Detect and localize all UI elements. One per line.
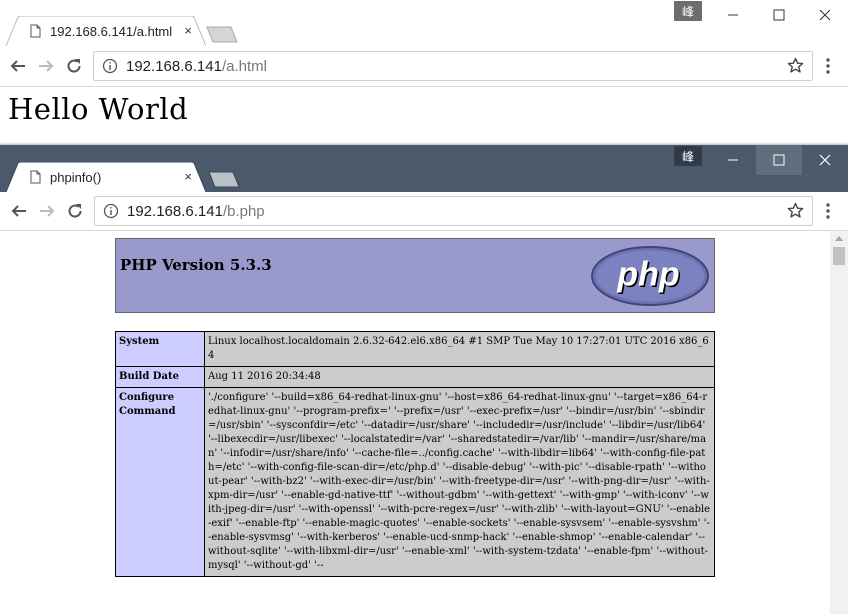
table-row: Configure Command './configure' '--build=… [115,387,715,577]
table-row: Build Date Aug 11 2016 20:34:48 [115,366,715,388]
info-value: Linux localhost.localdomain 2.6.32-642.e… [204,331,715,367]
scroll-up-icon[interactable] [835,235,843,241]
maximize-icon [773,154,785,166]
close-icon [819,9,831,21]
more-vert-icon [826,203,830,219]
info-icon[interactable] [103,203,119,219]
minimize-button[interactable] [710,145,756,175]
arrow-right-icon [39,60,54,72]
more-vert-icon [826,58,830,74]
back-button[interactable] [6,54,30,78]
close-window-button[interactable] [802,0,848,30]
reload-icon [68,204,82,218]
php-logo: php php [591,246,709,306]
php-version-header: PHP Version 5.3.3 php php [115,238,715,313]
address-bar[interactable]: 192.168.6.141/b.php [94,196,813,226]
info-label: Build Date [115,366,205,388]
address-bar[interactable]: 192.168.6.141/a.html [93,51,813,81]
reload-icon [67,59,81,73]
bookmark-star-icon[interactable] [787,57,804,74]
arrow-left-icon [10,60,25,72]
info-label: System [115,331,205,367]
arrow-right-icon [40,205,55,217]
tab-close-icon[interactable]: × [184,169,192,185]
new-tab-button[interactable] [206,26,238,43]
forward-button[interactable] [35,199,59,223]
profile-badge[interactable]: 峰 [674,146,702,166]
tab-phpinfo[interactable]: phpinfo() × [6,162,206,192]
minimize-icon [728,14,738,16]
maximize-button[interactable] [756,0,802,30]
tab-title: 192.168.6.141/a.html [50,23,173,39]
title-bar: phpinfo() × 峰 [0,145,848,192]
page-icon [30,24,41,38]
menu-button[interactable] [816,199,840,223]
info-value: Aug 11 2016 20:34:48 [204,366,715,388]
table-row: System Linux localhost.localdomain 2.6.32… [115,331,715,367]
reload-button[interactable] [63,199,87,223]
maximize-button[interactable] [756,145,802,175]
minimize-icon [728,159,738,161]
info-label: Configure Command [115,387,205,577]
new-tab-button[interactable] [208,171,240,188]
bookmark-star-icon[interactable] [787,202,804,219]
info-value: './configure' '--build=x86_64-redhat-lin… [204,387,715,577]
arrow-left-icon [11,205,26,217]
page-icon [30,170,41,184]
url-path: /b.php [222,202,265,220]
maximize-icon [773,9,785,21]
url-path: /a.html [221,57,267,75]
menu-button[interactable] [816,54,840,78]
info-icon[interactable] [102,58,118,74]
scroll-thumb[interactable] [833,247,845,265]
close-window-button[interactable] [802,145,848,175]
browser-window-front: phpinfo() × 峰 192.168.6.141/b.php PHP Ve… [0,145,848,614]
tab-a-html[interactable]: 192.168.6.141/a.html × [6,16,206,46]
minimize-button[interactable] [710,0,756,30]
reload-button[interactable] [62,54,86,78]
back-button[interactable] [7,199,31,223]
page-text: Hello World [8,92,189,126]
profile-badge[interactable]: 峰 [674,1,702,21]
forward-button[interactable] [34,54,58,78]
browser-toolbar: 192.168.6.141/a.html [0,46,848,87]
title-bar: 192.168.6.141/a.html × 峰 [0,0,848,46]
url-host: 192.168.6.141 [127,202,223,220]
php-logo-text-highlight: php [616,256,679,294]
tab-close-icon[interactable]: × [184,23,192,39]
browser-window-back: 192.168.6.141/a.html × 峰 192.168.6.141/a [0,0,848,145]
scrollbar[interactable] [830,231,848,614]
browser-toolbar: 192.168.6.141/b.php [0,192,848,231]
url-host: 192.168.6.141 [126,57,222,75]
php-version-title: PHP Version 5.3.3 [120,256,272,274]
page-content: PHP Version 5.3.3 php php System Linux lo… [0,231,830,614]
tab-title: phpinfo() [50,169,102,185]
close-icon [819,154,831,166]
php-info-table: System Linux localhost.localdomain 2.6.32… [115,331,715,577]
